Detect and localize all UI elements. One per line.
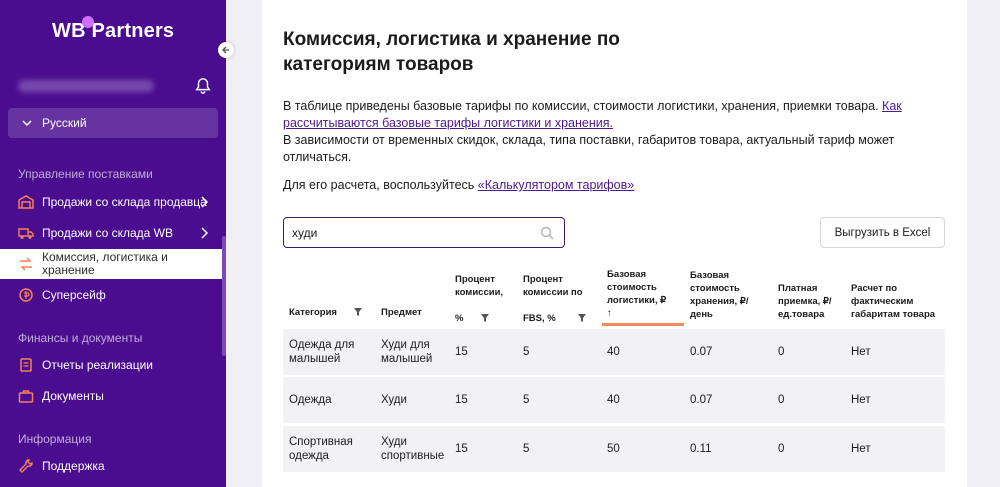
export-excel-button[interactable]: Выгрузить в Excel	[820, 217, 945, 248]
calculator-hint-text: Для его расчета, воспользуйтесь	[283, 178, 478, 192]
sidebar-item-commission[interactable]: Комиссия, логистика и хранение	[0, 249, 222, 279]
column-header-label: %	[455, 313, 464, 324]
sidebar: WB Partners Русский Управление поставкам…	[0, 0, 226, 487]
sidebar-item-label: Продажи со склада WB	[42, 226, 173, 240]
column-header-subject[interactable]: Предмет	[381, 306, 422, 319]
chevron-right-icon	[201, 227, 209, 239]
tariff-calculator-link[interactable]: «Калькулятором тарифов»	[478, 178, 634, 192]
table-row[interactable]: Одежда для малышей Худи для малышей 15 5…	[283, 329, 945, 375]
arrow-left-icon	[222, 46, 229, 54]
sidebar-item-seller-warehouse[interactable]: Продажи со склада продавца	[0, 192, 222, 212]
cell-fbs: 5	[523, 346, 530, 358]
sort-indicator	[602, 323, 684, 326]
column-header-logistics[interactable]: Базовая стоимость логистики, ₽ ↑	[607, 268, 683, 320]
user-name-blurred[interactable]	[18, 80, 154, 92]
briefcase-icon	[18, 390, 34, 403]
cell-category: Одежда	[289, 394, 332, 406]
column-header-category[interactable]: Категория	[289, 306, 362, 319]
column-header-label: FBS, %	[523, 313, 556, 324]
cell-category: Спортивная одежда	[289, 436, 353, 462]
sidebar-item-label: Продажи со склада продавца	[42, 195, 207, 209]
logo-wb: WB	[52, 20, 86, 42]
sidebar-item-support[interactable]: Поддержка	[0, 456, 222, 476]
description-text: В таблице приведены базовые тарифы по ко…	[283, 99, 883, 113]
sort-asc-icon: ↑	[607, 308, 612, 319]
cell-commission: 15	[455, 443, 468, 455]
coin-icon	[19, 288, 33, 302]
filter-icon[interactable]	[481, 314, 490, 323]
section-finance: Финансы и документы	[18, 331, 143, 345]
column-header-actual-size[interactable]: Расчет по фактическим габаритам товара	[851, 282, 946, 321]
chevron-right-icon	[201, 196, 209, 208]
cell-fbs: 5	[523, 443, 530, 455]
sidebar-scrollbar[interactable]	[222, 236, 226, 356]
column-header-label: Процент комиссии,	[455, 274, 504, 298]
section-info: Информация	[18, 432, 92, 446]
filter-icon[interactable]	[353, 308, 362, 317]
section-supply: Управление поставками	[18, 167, 153, 181]
cell-category: Одежда для малышей	[289, 339, 355, 365]
column-header-storage[interactable]: Базовая стоимость хранения, ₽/день	[690, 269, 770, 321]
logo-partners: Partners	[91, 20, 175, 42]
report-icon	[20, 358, 32, 372]
language-label: Русский	[42, 116, 87, 130]
cell-commission: 15	[455, 346, 468, 358]
logo[interactable]: WB Partners	[52, 16, 175, 43]
column-header-acceptance[interactable]: Платная приемка, ₽/ед.товара	[778, 282, 844, 321]
exchange-icon	[20, 257, 32, 271]
column-header-label: Базовая стоимость логистики, ₽	[607, 269, 667, 306]
cell-acceptance: 0	[778, 443, 785, 455]
sidebar-item-label: Отчеты реализации	[42, 358, 153, 372]
cell-actual-size: Нет	[851, 394, 871, 406]
search-icon[interactable]	[540, 226, 554, 240]
column-header-commission[interactable]: Процент комиссии, %	[455, 273, 515, 325]
cell-actual-size: Нет	[851, 346, 871, 358]
sidebar-item-label: Суперсейф	[42, 288, 106, 302]
logo-dot	[81, 16, 94, 28]
cell-logistics: 40	[607, 394, 620, 406]
calculator-hint: Для его расчета, воспользуйтесь «Калькул…	[283, 178, 634, 192]
sidebar-item-label: Комиссия, логистика и хранение	[42, 250, 168, 277]
cell-actual-size: Нет	[851, 443, 871, 455]
table-row[interactable]: Одежда Худи 15 5 40 0.07 0 Нет	[283, 377, 945, 423]
chevron-down-icon	[22, 120, 32, 127]
description: В таблице приведены базовые тарифы по ко…	[283, 98, 923, 166]
column-header-fbs[interactable]: Процент комиссии по FBS, %	[523, 273, 593, 325]
truck-icon	[18, 228, 34, 239]
cell-acceptance: 0	[778, 346, 785, 358]
language-select[interactable]: Русский	[8, 108, 218, 138]
sidebar-item-reports[interactable]: Отчеты реализации	[0, 355, 222, 375]
column-header-label: Процент комиссии по	[523, 274, 583, 298]
sidebar-item-supersafe[interactable]: Суперсейф	[0, 285, 222, 305]
sidebar-item-wb-warehouse[interactable]: Продажи со склада WB	[0, 223, 222, 243]
wrench-icon	[19, 459, 33, 473]
description-text-2: В зависимости от временных скидок, склад…	[283, 133, 895, 164]
table-row[interactable]: Спортивная одежда Худи спортивные 15 5 5…	[283, 426, 945, 472]
page-title: Комиссия, логистика и хранение по катего…	[283, 29, 620, 75]
cell-logistics: 40	[607, 346, 620, 358]
sidebar-item-label: Поддержка	[42, 459, 105, 473]
cell-acceptance: 0	[778, 394, 785, 406]
column-header-label: Категория	[289, 307, 337, 318]
collapse-sidebar-button[interactable]	[218, 42, 234, 58]
search-box[interactable]	[283, 217, 565, 248]
bell-icon[interactable]	[194, 77, 212, 95]
cell-logistics: 50	[607, 443, 620, 455]
cell-subject: Худи спортивные	[381, 436, 445, 462]
filter-icon[interactable]	[578, 314, 587, 323]
cell-fbs: 5	[523, 394, 530, 406]
sidebar-item-documents[interactable]: Документы	[0, 386, 222, 406]
cell-storage: 0.07	[690, 394, 713, 406]
cell-storage: 0.11	[690, 443, 712, 455]
cell-subject: Худи для малышей	[381, 339, 433, 365]
warehouse-icon	[18, 195, 34, 209]
search-input[interactable]	[292, 225, 522, 240]
main-content: Комиссия, логистика и хранение по катего…	[262, 0, 967, 487]
cell-subject: Худи	[381, 394, 407, 406]
cell-commission: 15	[455, 394, 468, 406]
sidebar-item-label: Документы	[42, 389, 104, 403]
cell-storage: 0.07	[690, 346, 713, 358]
